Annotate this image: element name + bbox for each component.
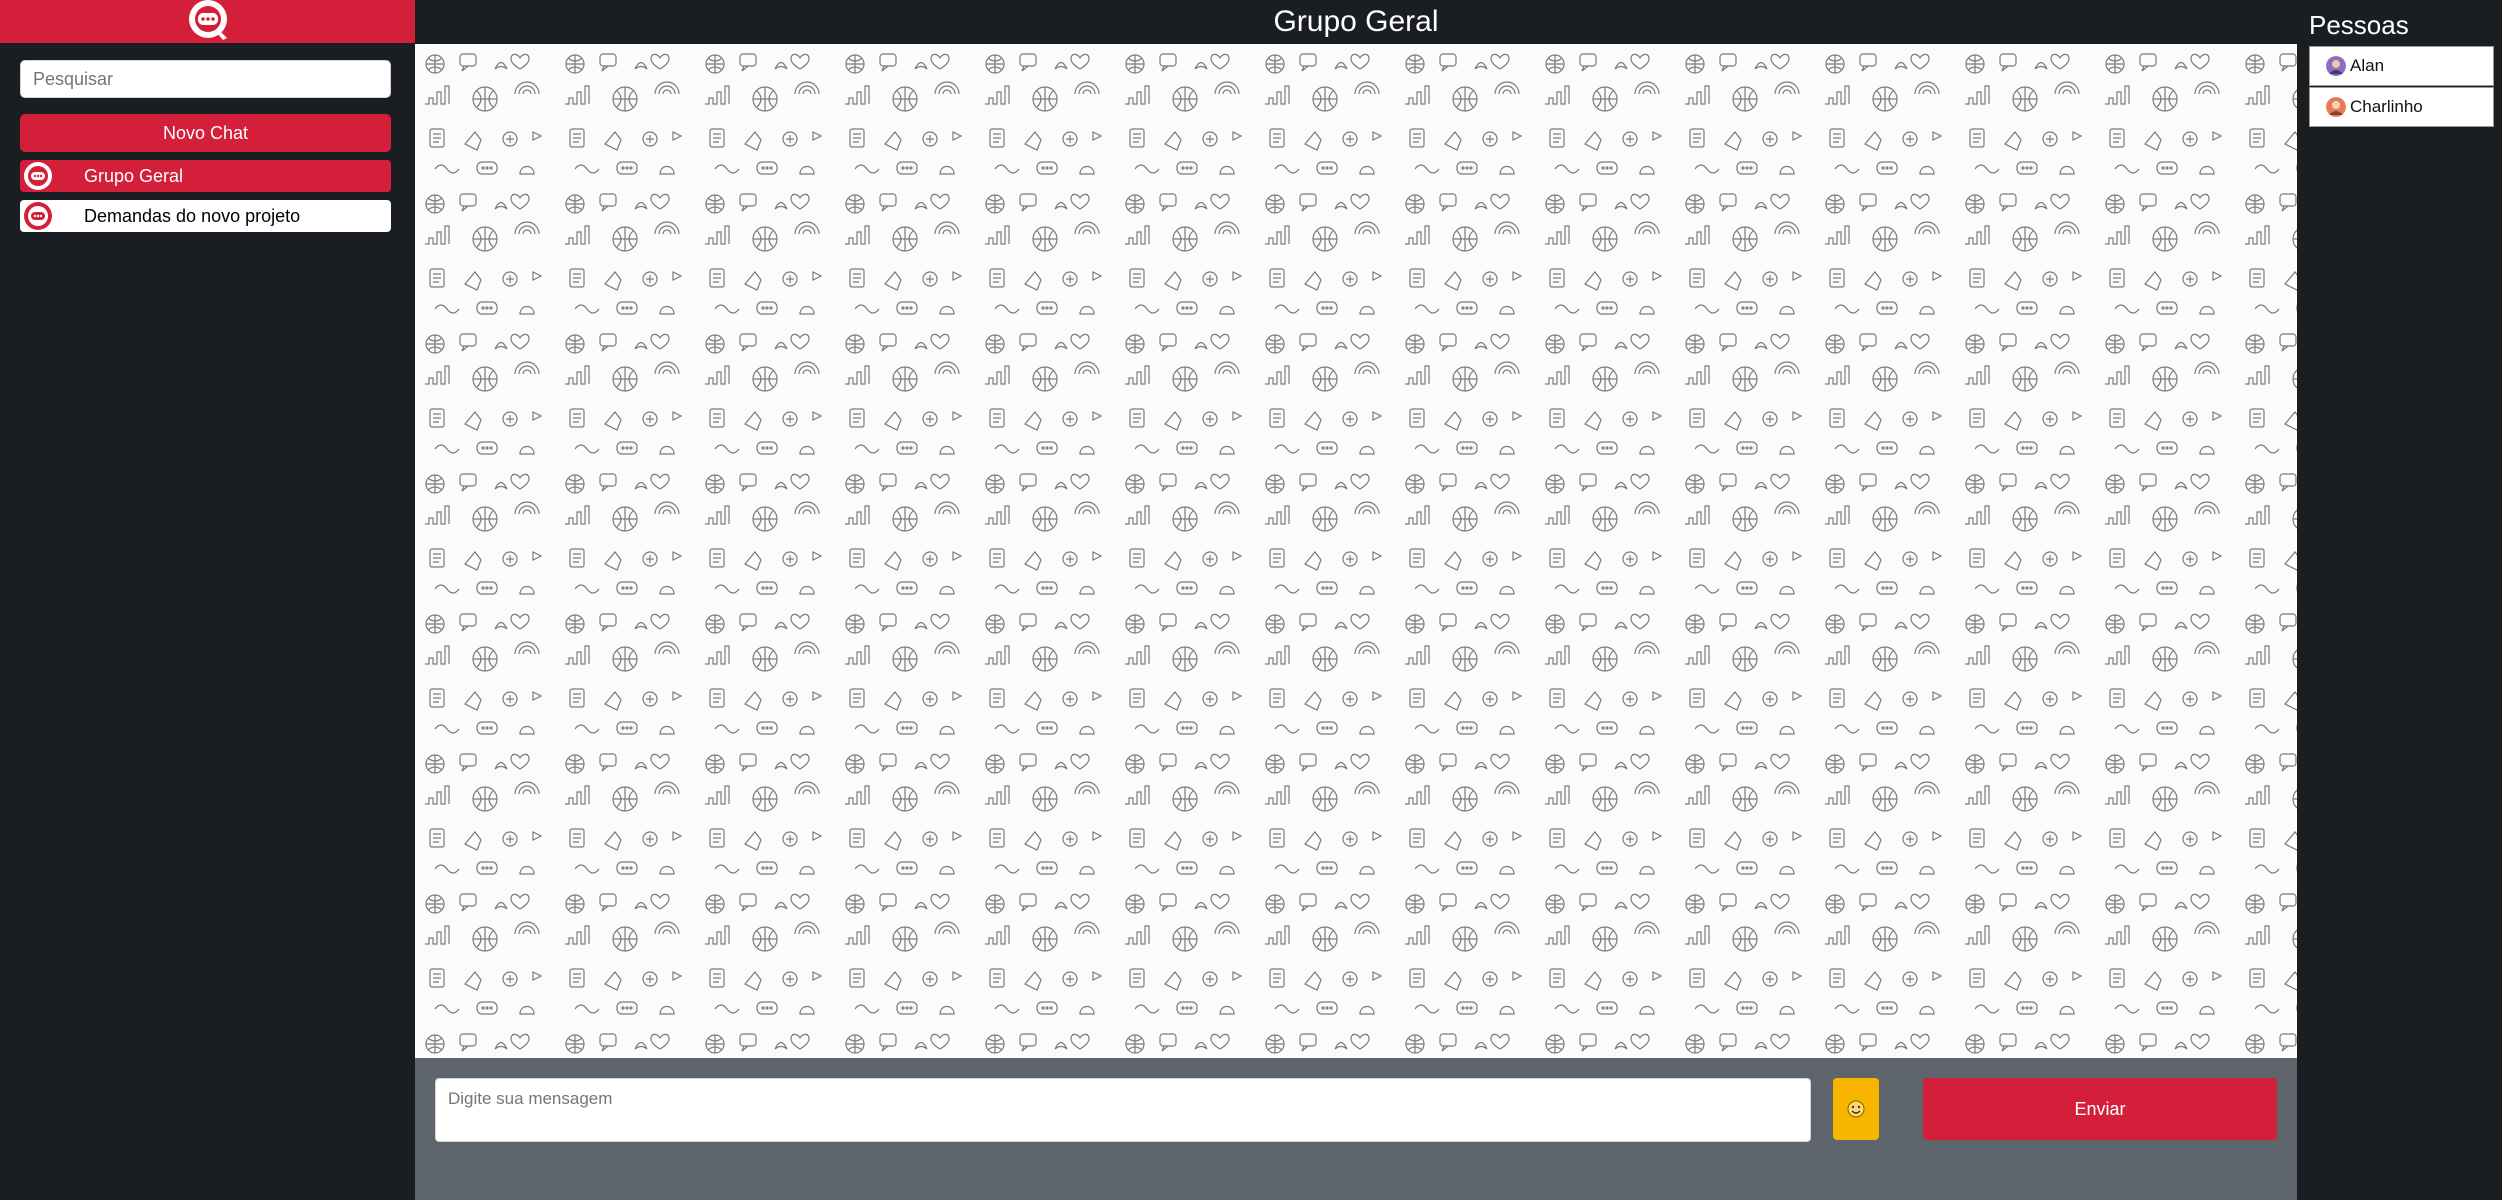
chat-item-grupo-geral[interactable]: Grupo Geral (20, 160, 391, 192)
doodle-background-pattern (415, 44, 2297, 1058)
chat-group-icon (22, 160, 54, 192)
people-title: Pessoas (2309, 10, 2409, 40)
person-name: Alan (2350, 56, 2385, 75)
message-input[interactable] (435, 1078, 1811, 1142)
chat-main: Grupo Geral Digite sua mensagem Enviar (415, 0, 2297, 1200)
chat-logo-icon (188, 0, 227, 40)
brand-bar (0, 0, 415, 43)
chat-list: Grupo Geral Demandas do novo projeto (20, 160, 391, 240)
person-item-alan[interactable]: Alan (2309, 46, 2494, 86)
smile-emoji-icon (1847, 1100, 1865, 1118)
new-chat-button[interactable]: Novo Chat (20, 114, 391, 152)
chat-item-demandas[interactable]: Demandas do novo projeto (20, 200, 391, 232)
emoji-button[interactable] (1833, 1078, 1879, 1140)
send-button[interactable]: Enviar (1923, 1078, 2277, 1140)
message-composer: Enviar (415, 1058, 2297, 1200)
avatar (2326, 56, 2346, 76)
people-sidebar: Pessoas Alan Charlinho (2297, 0, 2502, 1200)
person-name: Charlinho (2350, 97, 2423, 116)
chat-item-label: Demandas do novo projeto (84, 205, 301, 226)
search-input[interactable] (20, 60, 391, 98)
people-list: Alan Charlinho (2309, 46, 2494, 128)
avatar (2326, 97, 2346, 117)
left-sidebar: Novo Chat Grupo Geral (0, 0, 415, 1200)
person-item-charlinho[interactable]: Charlinho (2309, 87, 2494, 127)
chat-item-label: Grupo Geral (84, 165, 184, 186)
chat-title: Grupo Geral (1273, 5, 1439, 38)
chat-group-icon (22, 200, 54, 232)
message-area[interactable] (415, 44, 2297, 1058)
